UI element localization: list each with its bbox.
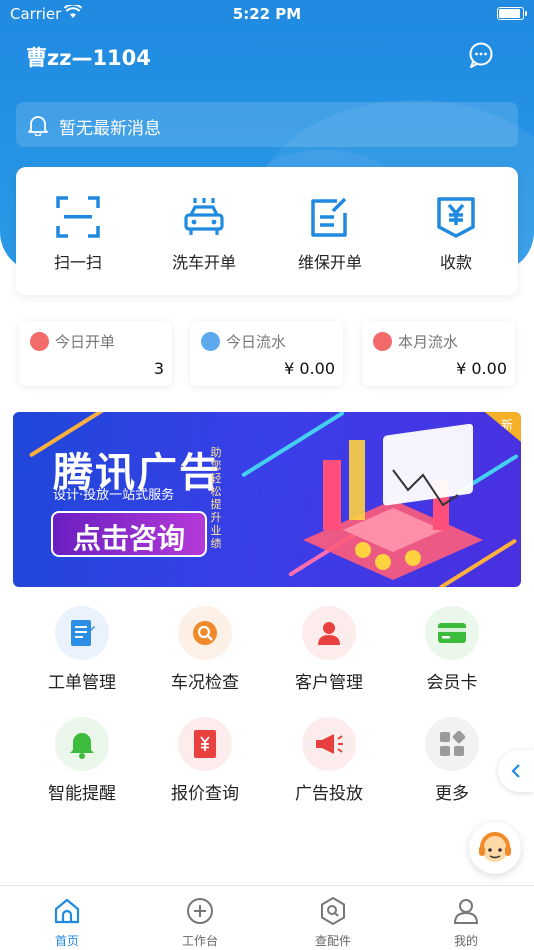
stat-value: 3: [153, 359, 164, 378]
car-wash-icon: [184, 198, 224, 235]
customer-service-icon: [479, 832, 511, 862]
grid-item-label: 广告投放: [295, 784, 363, 804]
chevron-left-icon: [511, 764, 520, 778]
status-time: 5:22 PM: [232, 5, 302, 23]
banner-cta-button[interactable]: 点击咨询: [51, 511, 207, 557]
stat-value: ¥ 0.00: [456, 359, 507, 378]
layers-icon: [373, 332, 392, 351]
stat-value: ¥ 0.00: [284, 359, 335, 378]
grid-item-label: 会员卡: [426, 673, 478, 693]
banner-vertical-text: 助您轻松提升业绩: [210, 446, 222, 550]
scan-icon: [56, 196, 100, 238]
grid-item-customer[interactable]: 客户管理: [274, 606, 384, 693]
grid-item-work-order[interactable]: 工单管理: [27, 606, 137, 693]
work-order-icon: [55, 606, 109, 660]
plus-circle-icon: [187, 898, 213, 924]
banner-subtitle: 设计·投放一站式服务: [53, 488, 175, 503]
grid-item-price-quote[interactable]: 报价查询: [150, 717, 260, 804]
maintenance-order-label: 维保开单: [297, 253, 362, 272]
grid-item-label: 智能提醒: [48, 784, 116, 804]
grid-item-member-card[interactable]: 会员卡: [397, 606, 507, 693]
grid-item-label: 报价查询: [171, 784, 239, 804]
maintenance-order-button[interactable]: 维保开单: [275, 195, 385, 273]
tab-label: 我的: [453, 934, 478, 948]
tab-workbench[interactable]: 工作台: [155, 896, 245, 949]
battery-icon: [497, 7, 527, 20]
search-magnifier-icon: [178, 606, 232, 660]
member-card-icon: [425, 606, 479, 660]
tab-home[interactable]: 首页: [22, 896, 112, 949]
side-drawer-handle[interactable]: [498, 750, 534, 792]
status-bar: Carrier 5:22 PM: [0, 0, 534, 28]
stat-title: 今日流水: [226, 333, 287, 351]
tab-label: 首页: [54, 934, 79, 948]
car-wash-order-button[interactable]: 洗车开单: [149, 195, 259, 273]
edit-note-icon: [311, 197, 347, 237]
grid-item-vehicle-check[interactable]: 车况检查: [150, 606, 260, 693]
stat-title: 今日开单: [55, 333, 116, 351]
grid-item-label: 更多: [435, 784, 469, 804]
collect-payment-button[interactable]: 收款: [401, 195, 511, 273]
shop-name[interactable]: 曹zz—1104: [26, 42, 151, 72]
parts-search-icon: [321, 896, 345, 926]
megaphone-icon: [302, 717, 356, 771]
tab-bar: 首页 工作台 查配件 我的: [0, 885, 534, 950]
data-chart-illustration: [303, 423, 483, 580]
collect-payment-label: 收款: [439, 253, 472, 272]
grid-item-smart-reminder[interactable]: 智能提醒: [27, 717, 137, 804]
stat-today-orders[interactable]: 今日开单 3: [19, 321, 172, 386]
card-icon: [201, 332, 220, 351]
chat-bubble-icon[interactable]: [468, 42, 494, 68]
order-icon: [30, 332, 49, 351]
tab-parts[interactable]: 查配件: [288, 896, 378, 949]
customer-service-button[interactable]: [469, 822, 521, 874]
notice-bar[interactable]: 暂无最新消息: [16, 102, 518, 147]
customer-icon: [302, 606, 356, 660]
ad-banner[interactable]: 腾讯广告 设计·投放一站式服务 点击咨询 助您轻松提升业绩 新: [13, 412, 521, 587]
scan-button[interactable]: 扫一扫: [23, 195, 133, 273]
grid-item-ad-placement[interactable]: 广告投放: [274, 717, 384, 804]
bell-reminder-icon: [55, 717, 109, 771]
price-quote-icon: [178, 717, 232, 771]
yuan-receipt-icon: [437, 197, 475, 238]
car-wash-order-label: 洗车开单: [171, 253, 236, 272]
stat-title: 本月流水: [398, 333, 459, 351]
scan-label: 扫一扫: [53, 253, 102, 272]
quick-actions-card: 扫一扫 洗车开单 维保开单 收款: [16, 167, 518, 295]
tab-label: 工作台: [181, 934, 218, 948]
grid-item-label: 车况检查: [171, 673, 239, 693]
home-icon: [54, 898, 80, 924]
grid-item-label: 工单管理: [48, 673, 116, 693]
tab-label: 查配件: [314, 934, 351, 948]
stat-month-revenue[interactable]: 本月流水 ¥ 0.00: [362, 321, 515, 386]
banner-cta-label: 点击咨询: [72, 522, 185, 555]
more-grid-icon: [425, 717, 479, 771]
grid-item-label: 客户管理: [295, 673, 363, 693]
tab-profile[interactable]: 我的: [421, 896, 511, 949]
notice-text: 暂无最新消息: [59, 119, 161, 139]
stat-today-revenue[interactable]: 今日流水 ¥ 0.00: [190, 321, 343, 386]
grid-item-more[interactable]: 更多: [397, 717, 507, 804]
bell-icon: [28, 114, 48, 140]
user-icon: [453, 899, 479, 924]
